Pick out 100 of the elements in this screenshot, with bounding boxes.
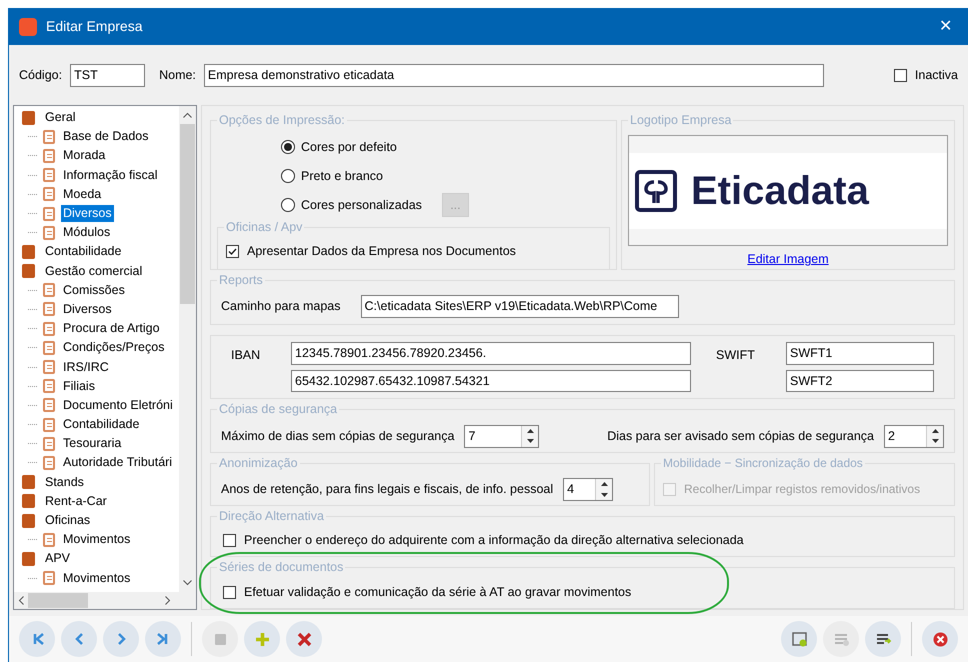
text-field[interactable]: 65432.102987.65432.10987.54321 — [291, 370, 691, 392]
page-icon — [43, 360, 55, 374]
tree-item[interactable]: Tesouraria — [61, 435, 124, 452]
tree-item[interactable]: Morada — [61, 147, 108, 164]
spin-arrows-icon[interactable] — [521, 426, 538, 447]
folder-icon — [22, 244, 35, 259]
page-icon — [43, 436, 55, 451]
checkbox[interactable] — [223, 586, 236, 599]
export-icon[interactable] — [865, 621, 901, 657]
group-title: Logotipo Empresa — [628, 113, 734, 128]
delete-icon[interactable] — [286, 621, 322, 657]
tree-item[interactable]: Stands — [43, 474, 86, 491]
tree-item[interactable]: Condições/Preços — [61, 339, 166, 356]
group-title: Oficinas / Apv — [224, 220, 304, 235]
next-icon[interactable] — [103, 621, 139, 657]
tree-item[interactable]: Contabilidade — [43, 243, 124, 260]
tree-item[interactable]: Base de Dados — [61, 128, 150, 146]
close-icon[interactable] — [922, 621, 958, 657]
page-icon — [43, 206, 55, 221]
radio-label: Preto e branco — [301, 168, 383, 185]
window-title: Editar Empresa — [46, 17, 142, 36]
page-icon — [43, 418, 55, 432]
radio-button[interactable] — [281, 140, 295, 154]
folder-icon — [22, 514, 35, 528]
group-title: Mobilidade − Sincronização de dados — [661, 456, 865, 471]
tree-item[interactable]: Módulos — [61, 224, 112, 242]
folder-icon — [22, 110, 35, 125]
page-icon — [43, 226, 55, 240]
tree-item[interactable]: Movimentos — [61, 531, 132, 548]
tree-item[interactable]: Moeda — [61, 186, 104, 203]
spin-field[interactable]: 2 — [884, 424, 944, 448]
checkbox[interactable] — [226, 244, 239, 258]
page-icon — [43, 302, 55, 316]
tree-item[interactable]: Filiais — [61, 378, 97, 395]
logo-mark-icon — [635, 170, 677, 212]
page-icon — [43, 379, 55, 394]
folder-icon — [22, 552, 35, 566]
field-label: SWIFT — [716, 347, 756, 364]
tree-item[interactable]: Geral — [43, 109, 78, 126]
radio-button[interactable] — [281, 169, 295, 183]
folder-icon — [22, 264, 35, 278]
text-field[interactable]: SWFT2 — [786, 370, 934, 392]
group-title: Opções de Impressão: — [217, 113, 347, 128]
tree-item[interactable]: Movimentos — [61, 570, 132, 587]
spin-field[interactable]: 7 — [464, 424, 540, 448]
checkbox-label: Efetuar validação e comunicação da série à AT ao gravar movimentos — [244, 584, 632, 601]
radio-label: Cores por defeito — [301, 138, 397, 156]
previous-icon[interactable] — [61, 621, 97, 657]
tree-item[interactable]: Rent-a-Car — [43, 492, 109, 510]
page-icon — [43, 340, 55, 355]
tree-item[interactable]: Gestão comercial — [43, 262, 144, 280]
tree-item[interactable]: Autoridade Tributári — [61, 454, 174, 472]
checkbox-label: Apresentar Dados da Empresa nos Documentos — [247, 243, 516, 260]
page-icon — [43, 168, 55, 182]
tree-item[interactable]: APV — [43, 550, 72, 568]
text-field[interactable]: TST — [70, 64, 146, 86]
page-icon — [43, 398, 55, 412]
spin-arrows-icon[interactable] — [926, 426, 943, 447]
last-record-icon[interactable] — [145, 621, 181, 657]
tree-item[interactable]: Diversos — [61, 300, 114, 318]
edit-image-link[interactable]: Editar Imagem — [747, 250, 829, 269]
page-icon — [43, 571, 55, 586]
first-record-icon[interactable] — [19, 621, 55, 657]
text-field[interactable]: SWFT1 — [786, 342, 934, 365]
sheet-icon[interactable] — [781, 621, 817, 657]
text-field[interactable]: Empresa demonstrativo eticadata — [204, 64, 824, 86]
page-icon — [43, 148, 55, 163]
spin-arrows-icon[interactable] — [595, 478, 612, 500]
folder-icon — [22, 494, 35, 508]
field-label: Caminho para mapas — [221, 298, 341, 316]
field-label: Dias para ser avisado sem cópias de segurança — [607, 428, 874, 445]
tree-item[interactable]: Documento Eletróni — [61, 396, 175, 414]
tree-item[interactable]: Diversos — [61, 205, 114, 222]
page-icon — [43, 322, 55, 336]
checkbox[interactable] — [894, 68, 907, 82]
field-label: IBAN — [231, 347, 262, 364]
field-label: Máximo de dias sem cópias de segurança — [221, 428, 454, 445]
tree-item[interactable]: Comissões — [61, 282, 127, 299]
text-field[interactable]: 12345.78901.23456.78920.23456. — [291, 342, 691, 365]
page-icon — [43, 456, 55, 470]
field-label: Anos de retenção, para fins legais e fiscais, de info. pessoal — [221, 481, 554, 498]
radio-button[interactable] — [281, 198, 295, 212]
close-button[interactable]: ✕ — [933, 14, 958, 38]
tree-item[interactable]: IRS/IRC — [61, 358, 111, 376]
checkbox-label: Preencher o endereço do adquirente com a informação da direção alternativa selecionada — [244, 532, 744, 550]
page-icon — [43, 187, 55, 202]
page-icon — [43, 283, 55, 298]
spin-field[interactable]: 4 — [563, 478, 614, 501]
text-field[interactable]: C:\eticadata Sites\ERP v19\Eticadata.Web\RP\Come — [360, 295, 679, 318]
page-icon — [43, 532, 55, 547]
checkbox[interactable] — [223, 534, 236, 548]
tree-item[interactable]: Contabilidade — [61, 416, 142, 434]
radio-label: Cores personalizadas — [301, 196, 422, 214]
group-title: Cópias de segurança — [217, 402, 340, 418]
group-title: Direção Alternativa — [217, 508, 326, 524]
folder-icon — [22, 475, 35, 490]
checkbox-label: Recolher/Limpar registos removidos/inativos — [684, 481, 920, 498]
tree-item[interactable]: Informação fiscal — [61, 166, 160, 184]
tree-item[interactable]: Oficinas — [43, 512, 92, 530]
tree-item[interactable]: Procura de Artigo — [61, 320, 162, 338]
